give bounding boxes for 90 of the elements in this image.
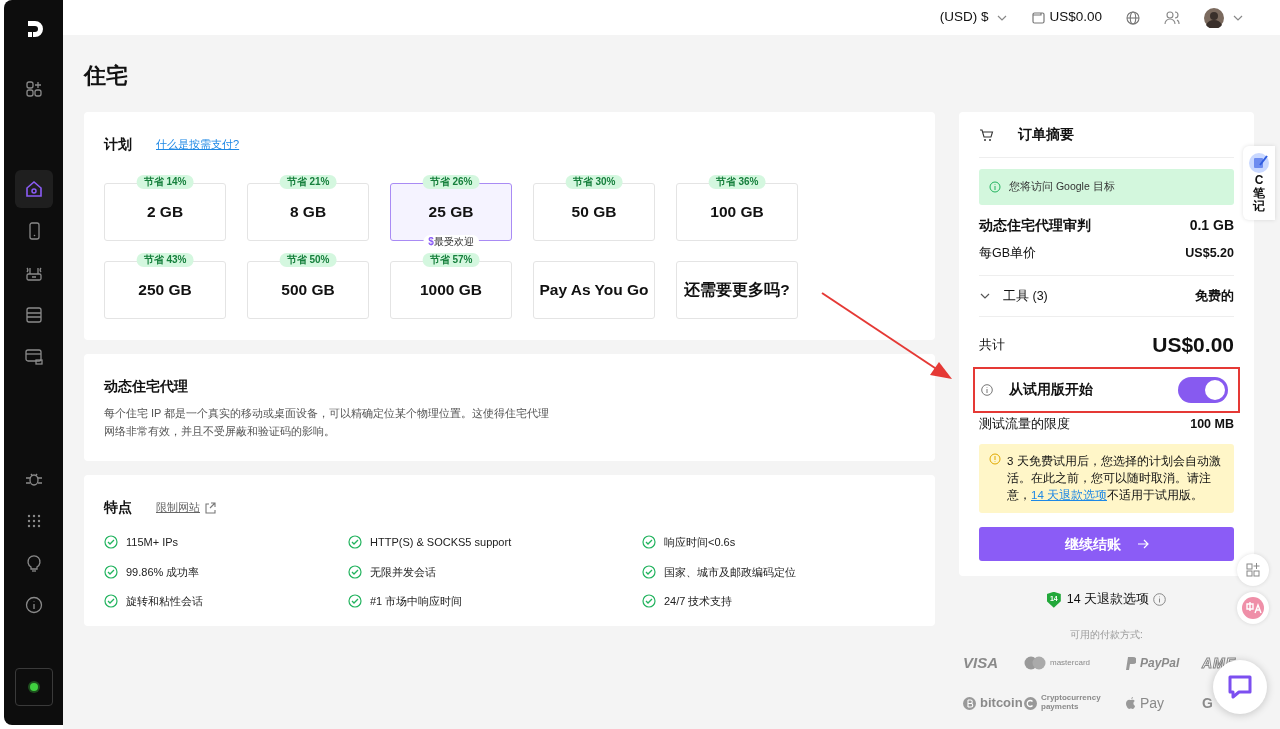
feature-text: 国家、城市及邮政编码定位 — [664, 564, 796, 580]
translate-icon — [1242, 597, 1264, 619]
section-title: 动态住宅代理 — [104, 377, 189, 396]
plan-option[interactable]: Pay As You Go — [533, 261, 655, 319]
apps-icon — [23, 79, 44, 99]
row-label: 动态住宅代理审判 — [979, 215, 1091, 235]
page-title: 住宅 — [84, 62, 129, 90]
row-value: 0.1 GB — [1189, 215, 1234, 235]
info-icon — [1153, 593, 1167, 607]
server-icon — [23, 305, 44, 325]
discount-badge: 节省 36% — [708, 175, 766, 189]
wallet-balance[interactable]: US$0.00 — [1032, 7, 1102, 28]
users-icon[interactable] — [1164, 10, 1180, 25]
help-link[interactable]: 什么是按需支付? — [156, 136, 240, 153]
description-text: 每个住宅 IP 都是一个真实的移动或桌面设备，可以精确定位某个物理位置。这使得住宅代理网络非常有效，并且不受屏蔽和验证码的影响。 — [104, 406, 551, 439]
balance-text: US$0.00 — [1049, 8, 1102, 27]
cart-icon — [979, 127, 994, 142]
check-circle-icon — [348, 535, 362, 550]
payments-label: 可用的付款方式: — [1070, 628, 1143, 642]
row-label: 每GB单价 — [979, 244, 1037, 262]
payment-logo: Cryptocurrency payments — [1024, 694, 1120, 712]
check-circle-icon — [348, 564, 362, 579]
restricted-sites-link[interactable]: 限制网站 — [156, 499, 216, 516]
feature-text: 旋转和粘性会话 — [126, 594, 203, 610]
toggle-label: 从试用版开始 — [1009, 380, 1093, 400]
row-value: US$5.20 — [1185, 244, 1234, 262]
wallet-icon — [1032, 10, 1046, 25]
note-icon — [1248, 151, 1270, 174]
checkout-button[interactable]: 继续结账 — [979, 527, 1234, 562]
trial-toggle[interactable] — [1178, 376, 1228, 403]
check-circle-icon — [104, 564, 118, 579]
notes-widget[interactable]: C笔记 — [1243, 146, 1275, 220]
home-icon — [23, 179, 44, 199]
total-label: 共计 — [979, 336, 1005, 354]
payment-logo: mastercard — [1024, 656, 1120, 671]
payment-logo: G — [1202, 693, 1214, 713]
discount-badge: 节省 14% — [136, 175, 194, 189]
discount-badge: 节省 50% — [279, 253, 337, 267]
account-menu[interactable] — [1204, 7, 1244, 28]
payment-logo: PayPal — [1125, 654, 1197, 673]
external-link-icon — [204, 501, 216, 514]
info-icon — [23, 595, 44, 615]
status-dot-icon — [26, 680, 41, 694]
avatar-icon — [1204, 7, 1224, 28]
card-title: 订单摘要 — [1018, 125, 1074, 144]
arrow-right-icon — [1136, 538, 1149, 551]
section-title: 计划 — [104, 135, 132, 154]
refund-link[interactable]: 14 天退款选项 — [1031, 489, 1107, 501]
row-value: 免费的 — [1195, 287, 1234, 305]
feature-text: #1 市场中响应时间 — [370, 594, 463, 610]
sidebar-item[interactable] — [14, 170, 53, 208]
discount-badge: 节省 26% — [422, 175, 480, 189]
notice-text: 3 天免费试用后，您选择的计划会自动激活。在此之前，您可以随时取消。请注意，14 天退款选项不适用于试用版。 — [1007, 453, 1222, 503]
feature-text: 99.86% 成功率 — [126, 564, 200, 580]
refund-text: 14 天退款选项 — [1066, 591, 1150, 609]
apps-icon — [1246, 563, 1260, 577]
total-amount: US$0.00 — [1152, 332, 1234, 359]
discount-badge: 节省 21% — [279, 175, 337, 189]
row-value: 100 MB — [1190, 415, 1234, 433]
alert-text: 您将访问 Google 目标 — [1009, 179, 1115, 194]
tools-expander[interactable]: 工具 (3) — [979, 286, 1048, 306]
check-circle-icon — [348, 594, 362, 609]
check-circle-icon — [642, 535, 656, 550]
feature-text: 115M+ IPs — [126, 535, 179, 551]
currency-label: (USD) $ — [939, 8, 989, 27]
check-circle-icon — [642, 564, 656, 579]
row-label: 测试流量的限度 — [979, 415, 1070, 433]
info-icon — [989, 180, 1001, 193]
feature-text: 24/7 技术支持 — [664, 594, 733, 610]
discount-badge: 节省 43% — [136, 253, 194, 267]
check-circle-icon — [104, 535, 118, 550]
card-lock-icon — [23, 347, 44, 367]
payment-logo: VISA — [963, 653, 999, 673]
feature-text: HTTP(S) & SOCKS5 support — [370, 535, 512, 551]
check-circle-icon — [104, 594, 118, 609]
warning-icon — [989, 452, 1001, 465]
discount-badge: 节省 57% — [422, 253, 480, 267]
feature-text: 无限并发会话 — [370, 564, 436, 580]
section-title: 特点 — [104, 498, 132, 518]
plan-option[interactable]: 还需要更多吗? — [676, 261, 798, 319]
popular-tag: $最受欢迎 — [423, 235, 479, 249]
info-icon — [981, 383, 993, 396]
feature-text: 响应时间<0.6s — [664, 535, 736, 551]
check-circle-icon — [642, 594, 656, 609]
chat-icon — [1227, 674, 1253, 700]
payment-logo: Pay — [1125, 692, 1197, 714]
globe-icon[interactable] — [1126, 10, 1140, 25]
status-indicator[interactable] — [14, 668, 53, 706]
discount-badge: 节省 30% — [565, 175, 623, 189]
currency-dropdown[interactable]: (USD) $ — [939, 7, 1009, 28]
